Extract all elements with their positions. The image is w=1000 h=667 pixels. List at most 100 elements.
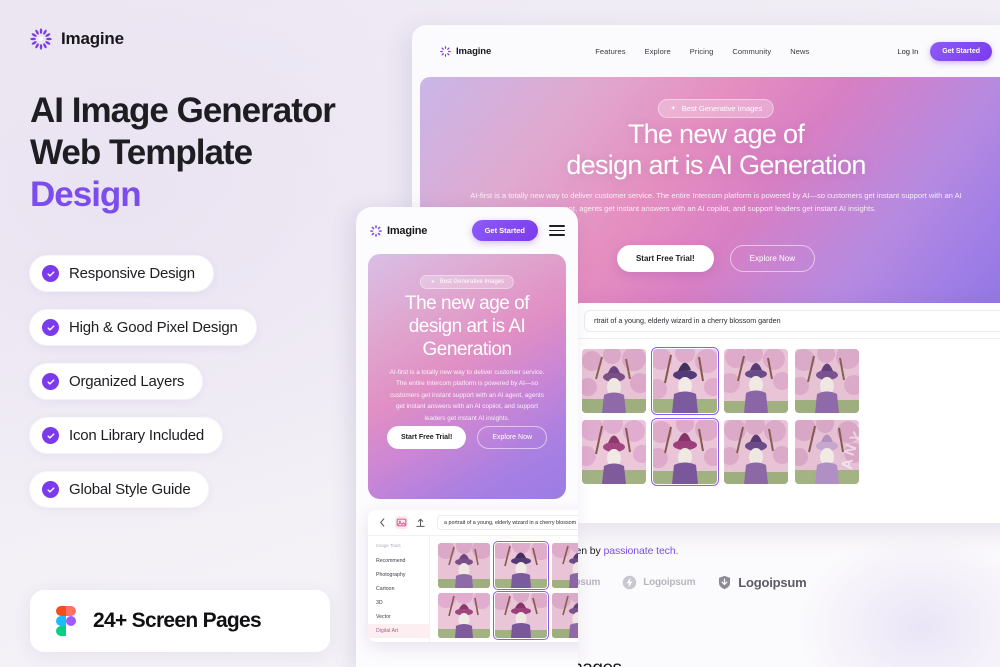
feature-pill[interactable]: Responsive Design bbox=[30, 256, 213, 291]
mobile-category-sidebar: Image Tools Recommend Photography Cartoo… bbox=[368, 536, 430, 642]
nav-item-pricing[interactable]: Pricing bbox=[690, 47, 714, 56]
mobile-generated-image-thumbnail[interactable] bbox=[438, 593, 490, 638]
category-3d[interactable]: 3D bbox=[368, 596, 429, 610]
mobile-app-panel: a portrait of a young, elderly wizard in… bbox=[368, 510, 578, 642]
nav-item-community[interactable]: Community bbox=[732, 47, 771, 56]
explore-now-button[interactable]: Explore Now bbox=[729, 245, 816, 272]
passionate-tech-link[interactable]: passionate tech. bbox=[604, 545, 679, 557]
desktop-brand[interactable]: Imagine bbox=[440, 46, 491, 57]
headline-line-3-accent: Design bbox=[30, 175, 142, 214]
generated-image-thumbnail[interactable] bbox=[724, 349, 788, 413]
check-circle-icon bbox=[42, 265, 59, 282]
sunburst-icon bbox=[30, 28, 52, 50]
mobile-hero-badge-label: Best Generative Images bbox=[439, 279, 505, 285]
mobile-brand-name: Imagine bbox=[387, 224, 428, 237]
hero-title: The new age of design art is AI Generati… bbox=[420, 119, 1000, 182]
generated-image-thumbnail[interactable] bbox=[724, 420, 788, 484]
mobile-hero-title: The new age of design art is AI Generati… bbox=[380, 292, 554, 362]
feature-pill[interactable]: High & Good Pixel Design bbox=[30, 310, 256, 345]
nav-item-features[interactable]: Features bbox=[595, 47, 625, 56]
mobile-mockup: Imagine Get Started Best Generative Imag… bbox=[356, 207, 578, 667]
mobile-generated-image-thumbnail[interactable] bbox=[438, 543, 490, 588]
generated-image-thumbnail[interactable] bbox=[795, 349, 859, 413]
image-icon[interactable] bbox=[395, 516, 408, 529]
mobile-explore-now-button[interactable]: Explore Now bbox=[477, 426, 548, 449]
feature-pill-label: Global Style Guide bbox=[69, 481, 191, 498]
category-photography[interactable]: Photography bbox=[368, 568, 429, 582]
feature-pill-label: High & Good Pixel Design bbox=[69, 319, 238, 336]
login-link[interactable]: Log In bbox=[897, 47, 918, 56]
headline-line-2: Web Template bbox=[30, 133, 253, 172]
nav-item-news[interactable]: News bbox=[790, 47, 809, 56]
mobile-generated-image-thumbnail-selected[interactable] bbox=[493, 591, 549, 640]
screen-pages-card: 24+ Screen Pages bbox=[30, 590, 330, 652]
category-cartoon[interactable]: Cartoon bbox=[368, 582, 429, 596]
check-circle-icon bbox=[42, 427, 59, 444]
mobile-hero-title-line-3: Generation bbox=[422, 339, 512, 361]
mobile-hero-title-line-2: design art is AI bbox=[408, 316, 526, 338]
generated-image-thumbnail-selected[interactable] bbox=[651, 418, 719, 486]
check-circle-icon bbox=[42, 373, 59, 390]
mobile-hero-title-line-1: The new age of bbox=[405, 293, 529, 314]
mobile-start-free-trial-button[interactable]: Start Free Trial! bbox=[386, 426, 467, 449]
mobile-prompt-input[interactable]: a portrait of a young, elderly wizard in… bbox=[437, 515, 578, 530]
brand-lockup: Imagine bbox=[30, 28, 420, 50]
chevron-left-icon[interactable] bbox=[377, 517, 388, 528]
hero-badge: Best Generative Images bbox=[657, 99, 775, 118]
partner-logo-label: Logoipsum bbox=[643, 577, 696, 588]
sunburst-icon bbox=[440, 45, 451, 57]
nav-item-explore[interactable]: Explore bbox=[645, 47, 671, 56]
feature-pill[interactable]: Organized Layers bbox=[30, 364, 203, 399]
category-vector[interactable]: Vector bbox=[368, 610, 429, 624]
page-title: AI Image Generator Web Template Design bbox=[30, 90, 400, 216]
sparkle-icon bbox=[430, 279, 435, 284]
mobile-hero-cta-group: Start Free Trial! Explore Now bbox=[368, 426, 566, 449]
check-circle-icon bbox=[42, 481, 59, 498]
editor-body: Image Tools Draw Remix Upscale bbox=[570, 339, 1000, 523]
check-circle-icon bbox=[42, 319, 59, 336]
upload-icon[interactable] bbox=[415, 517, 426, 528]
image-result-grid bbox=[570, 339, 1000, 523]
generated-image-thumbnail-selected[interactable] bbox=[651, 347, 719, 415]
hero-badge-label: Best Generative Images bbox=[681, 104, 763, 113]
partner-logo: Logoipsum bbox=[622, 575, 695, 590]
mobile-generated-image-thumbnail[interactable] bbox=[552, 593, 578, 638]
generated-image-thumbnail[interactable] bbox=[582, 420, 646, 484]
mobile-app-body: Image Tools Recommend Photography Cartoo… bbox=[368, 536, 578, 642]
mobile-get-started-button[interactable]: Get Started bbox=[471, 220, 538, 241]
shield-arrow-icon bbox=[719, 575, 731, 590]
mobile-image-tools-header: Image Tools bbox=[376, 543, 401, 548]
screenshot-root: Imagine AI Image Generator Web Template … bbox=[0, 0, 1000, 667]
headline-line-1: AI Image Generator bbox=[30, 91, 336, 130]
generated-image-thumbnail[interactable] bbox=[795, 420, 859, 484]
feature-pill[interactable]: Icon Library Included bbox=[30, 418, 223, 453]
sparkle-icon bbox=[670, 105, 676, 111]
hamburger-icon[interactable] bbox=[549, 224, 565, 237]
category-recommend[interactable]: Recommend bbox=[368, 554, 429, 568]
generated-image-thumbnail[interactable] bbox=[582, 349, 646, 413]
feature-pill[interactable]: Global Style Guide bbox=[30, 472, 209, 507]
feature-pill-label: Responsive Design bbox=[69, 265, 195, 282]
partner-logo-label: Logoipsum bbox=[738, 575, 807, 590]
mobile-generated-image-thumbnail-selected[interactable] bbox=[493, 541, 549, 590]
mobile-image-result-grid bbox=[430, 536, 578, 642]
bolt-circle-icon bbox=[622, 575, 637, 590]
mobile-brand[interactable]: Imagine bbox=[370, 225, 427, 237]
mobile-hero: Best Generative Images The new age of de… bbox=[368, 254, 566, 499]
mobile-app-toolbar: a portrait of a young, elderly wizard in… bbox=[368, 510, 578, 536]
get-started-button[interactable]: Get Started bbox=[930, 41, 992, 61]
hero-title-line-1: The new age of bbox=[627, 119, 805, 149]
feature-pill-label: Organized Layers bbox=[69, 373, 185, 390]
prompt-input[interactable]: rtrait of a young, elderly wizard in a c… bbox=[584, 309, 1000, 332]
hero-title-line-2: design art is AI Generation bbox=[566, 150, 866, 181]
figma-logo-icon bbox=[56, 606, 77, 636]
category-digital-art[interactable]: Digital Art bbox=[368, 624, 429, 638]
brand-name: Imagine bbox=[61, 29, 124, 48]
screen-pages-label: 24+ Screen Pages bbox=[93, 609, 262, 632]
mobile-hero-subtitle: AI-first is a totally new way to deliver… bbox=[389, 369, 545, 422]
desktop-navbar: Imagine Features Explore Pricing Communi… bbox=[412, 25, 1000, 77]
start-free-trial-button[interactable]: Start Free Trial! bbox=[616, 245, 714, 272]
mobile-navbar: Imagine Get Started bbox=[356, 207, 578, 254]
desktop-nav-menu: Features Explore Pricing Community News bbox=[595, 47, 809, 56]
mobile-generated-image-thumbnail[interactable] bbox=[552, 543, 578, 588]
